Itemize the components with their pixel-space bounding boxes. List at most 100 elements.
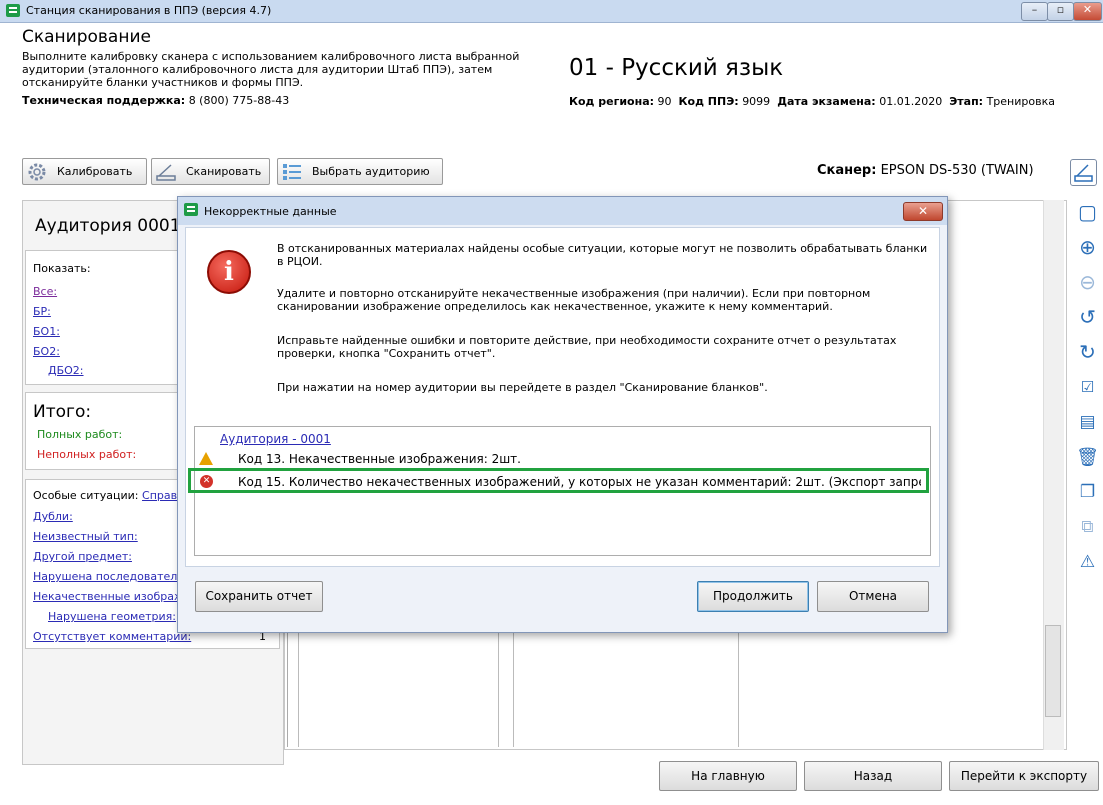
select-room-label: Выбрать аудиторию <box>312 165 430 178</box>
rotate-left-button[interactable]: ↺ <box>1073 303 1102 332</box>
alarm-button[interactable]: ⚠ <box>1073 548 1102 577</box>
support-phone: 8 (800) 775-88-43 <box>188 94 290 107</box>
zoom-in-icon: ⊕ <box>1079 235 1096 259</box>
rotate-right-icon: ↻ <box>1079 340 1096 364</box>
window-title: Станция сканирования в ППЭ (версия 4.7) <box>26 4 272 17</box>
maximize-icon: ▫ <box>1056 3 1065 16</box>
special-situations-label: Особые ситуации: Справка <box>33 489 190 502</box>
scanner-value: EPSON DS-530 (TWAIN) <box>880 163 1034 178</box>
calibrate-button[interactable]: Калибровать <box>22 158 147 185</box>
rotate-left-icon: ↺ <box>1079 305 1096 329</box>
comment-icon: ▤ <box>1079 412 1096 432</box>
section-title: Сканирование <box>22 27 151 47</box>
dialog-paragraph-3: Исправьте найденные ошибки и повторите д… <box>277 334 897 360</box>
stage-label: Этап: <box>949 95 984 108</box>
minimize-icon: – <box>1031 3 1038 16</box>
filter-bo1[interactable]: БО1: <box>33 325 60 338</box>
close-icon: ✕ <box>1082 3 1093 16</box>
ppe-value: 9099 <box>742 95 771 108</box>
delete-button[interactable]: 🗑 <box>1073 443 1102 472</box>
scanner-icon <box>156 164 176 181</box>
preview-image-area <box>287 632 1043 747</box>
scanner-info: Сканер: EPSON DS-530 (TWAIN) <box>817 163 1034 178</box>
ppe-label: Код ППЭ: <box>678 95 739 108</box>
app-icon <box>184 203 198 216</box>
gear-icon <box>28 163 46 181</box>
full-works-label: Полных работ: <box>37 428 123 441</box>
partial-works-label: Неполных работ: <box>37 448 137 461</box>
issue-warning: Код 13. Некачественные изображения: 2шт. <box>238 452 521 466</box>
scan-button[interactable]: Сканировать <box>151 158 270 185</box>
title-bar: Станция сканирования в ППЭ (версия 4.7) … <box>0 0 1103 23</box>
check-button[interactable]: ☑ <box>1073 373 1102 402</box>
filter-br[interactable]: БР: <box>33 305 51 318</box>
back-button[interactable]: Назад <box>804 761 942 791</box>
list-icon <box>283 164 301 180</box>
dialog-close-button[interactable]: ✕ <box>903 202 943 221</box>
support-line: Техническая поддержка: 8 (800) 775-88-43 <box>22 94 289 107</box>
app-icon <box>6 4 20 17</box>
save-report-button[interactable]: Сохранить отчет <box>195 581 323 612</box>
scan-label: Сканировать <box>186 165 262 178</box>
export-button[interactable]: Перейти к экспорту <box>949 761 1099 791</box>
subject-title: 01 - Русский язык <box>569 55 784 81</box>
home-button[interactable]: На главную <box>659 761 797 791</box>
situation-other-subject[interactable]: Другой предмет: <box>33 550 132 563</box>
date-value: 01.01.2020 <box>879 95 943 108</box>
region-label: Код региона: <box>569 95 655 108</box>
comment-button[interactable]: ▤ <box>1073 408 1102 437</box>
scrollbar-thumb[interactable] <box>1045 625 1061 717</box>
exam-meta: Код региона: 90 Код ППЭ: 9099 Дата экзам… <box>569 95 1055 108</box>
dialog-paragraph-2: Удалите и повторно отсканируйте некачест… <box>277 287 871 313</box>
totals-title: Итого: <box>33 402 92 422</box>
warning-icon <box>199 452 213 465</box>
select-room-button[interactable]: Выбрать аудиторию <box>277 158 443 185</box>
situation-missing-comment[interactable]: Отсутствует комментарий: <box>33 630 191 643</box>
highlight-box <box>188 468 929 493</box>
scanner-settings-button[interactable] <box>1070 159 1097 186</box>
zoom-in-button[interactable]: ⊕ <box>1073 233 1102 262</box>
error-icon: i <box>207 250 251 294</box>
room-title: Аудитория 0001 <box>35 216 181 236</box>
alarm-icon: ⚠ <box>1079 552 1096 572</box>
date-label: Дата экзамена: <box>777 95 876 108</box>
filter-bo2[interactable]: БО2: <box>33 345 60 358</box>
minimize-button[interactable]: – <box>1021 2 1048 21</box>
situation-duplicates[interactable]: Дубли: <box>33 510 73 523</box>
situation-unknown-type[interactable]: Неизвестный тип: <box>33 530 138 543</box>
scanner-label: Сканер: <box>817 163 877 178</box>
zoom-out-button[interactable]: ⊖ <box>1073 268 1102 297</box>
dialog-title: Некорректные данные <box>204 205 337 218</box>
cancel-button[interactable]: Отмена <box>817 581 929 612</box>
scanner-icon <box>1074 164 1093 182</box>
dialog-paragraph-4: При нажатии на номер аудитории вы перейд… <box>277 381 768 394</box>
page-view-icon: ▢ <box>1078 200 1097 224</box>
room-link[interactable]: Аудитория - 0001 <box>220 432 331 446</box>
zoom-out-icon: ⊖ <box>1079 270 1096 294</box>
special-label-text: Особые ситуации: <box>33 489 139 502</box>
filter-all[interactable]: Все: <box>33 285 57 298</box>
continue-button[interactable]: Продолжить <box>697 581 809 612</box>
replace-button[interactable]: ⧉ <box>1073 513 1102 542</box>
support-label: Техническая поддержка: <box>22 94 186 107</box>
dialog-paragraph-1: В отсканированных материалах найдены осо… <box>277 242 928 268</box>
filter-dbo2[interactable]: ДБО2: <box>48 364 84 377</box>
calibrate-label: Калибровать <box>57 165 133 178</box>
rotate-right-button[interactable]: ↻ <box>1073 338 1102 367</box>
close-icon: ✕ <box>917 204 929 218</box>
situation-geometry[interactable]: Нарушена геометрия: <box>48 610 176 623</box>
section-description: Выполните калибровку сканера с использов… <box>22 50 520 89</box>
view-page-button[interactable]: ▢ <box>1073 198 1102 227</box>
app-window: Станция сканирования в ППЭ (версия 4.7) … <box>0 0 1103 805</box>
copy-icon: ❐ <box>1079 482 1096 502</box>
maximize-button[interactable]: ▫ <box>1047 2 1074 21</box>
trash-icon: 🗑 <box>1076 447 1099 468</box>
checklist-icon: ☑ <box>1080 378 1095 396</box>
show-label: Показать: <box>33 262 91 275</box>
dialog-title-bar: Некорректные данные ✕ <box>178 197 947 225</box>
replace-icon: ⧉ <box>1081 517 1094 537</box>
close-button[interactable]: ✕ <box>1073 2 1102 21</box>
region-value: 90 <box>657 95 672 108</box>
stage-value: Тренировка <box>986 95 1055 108</box>
copy-button[interactable]: ❐ <box>1073 478 1102 507</box>
